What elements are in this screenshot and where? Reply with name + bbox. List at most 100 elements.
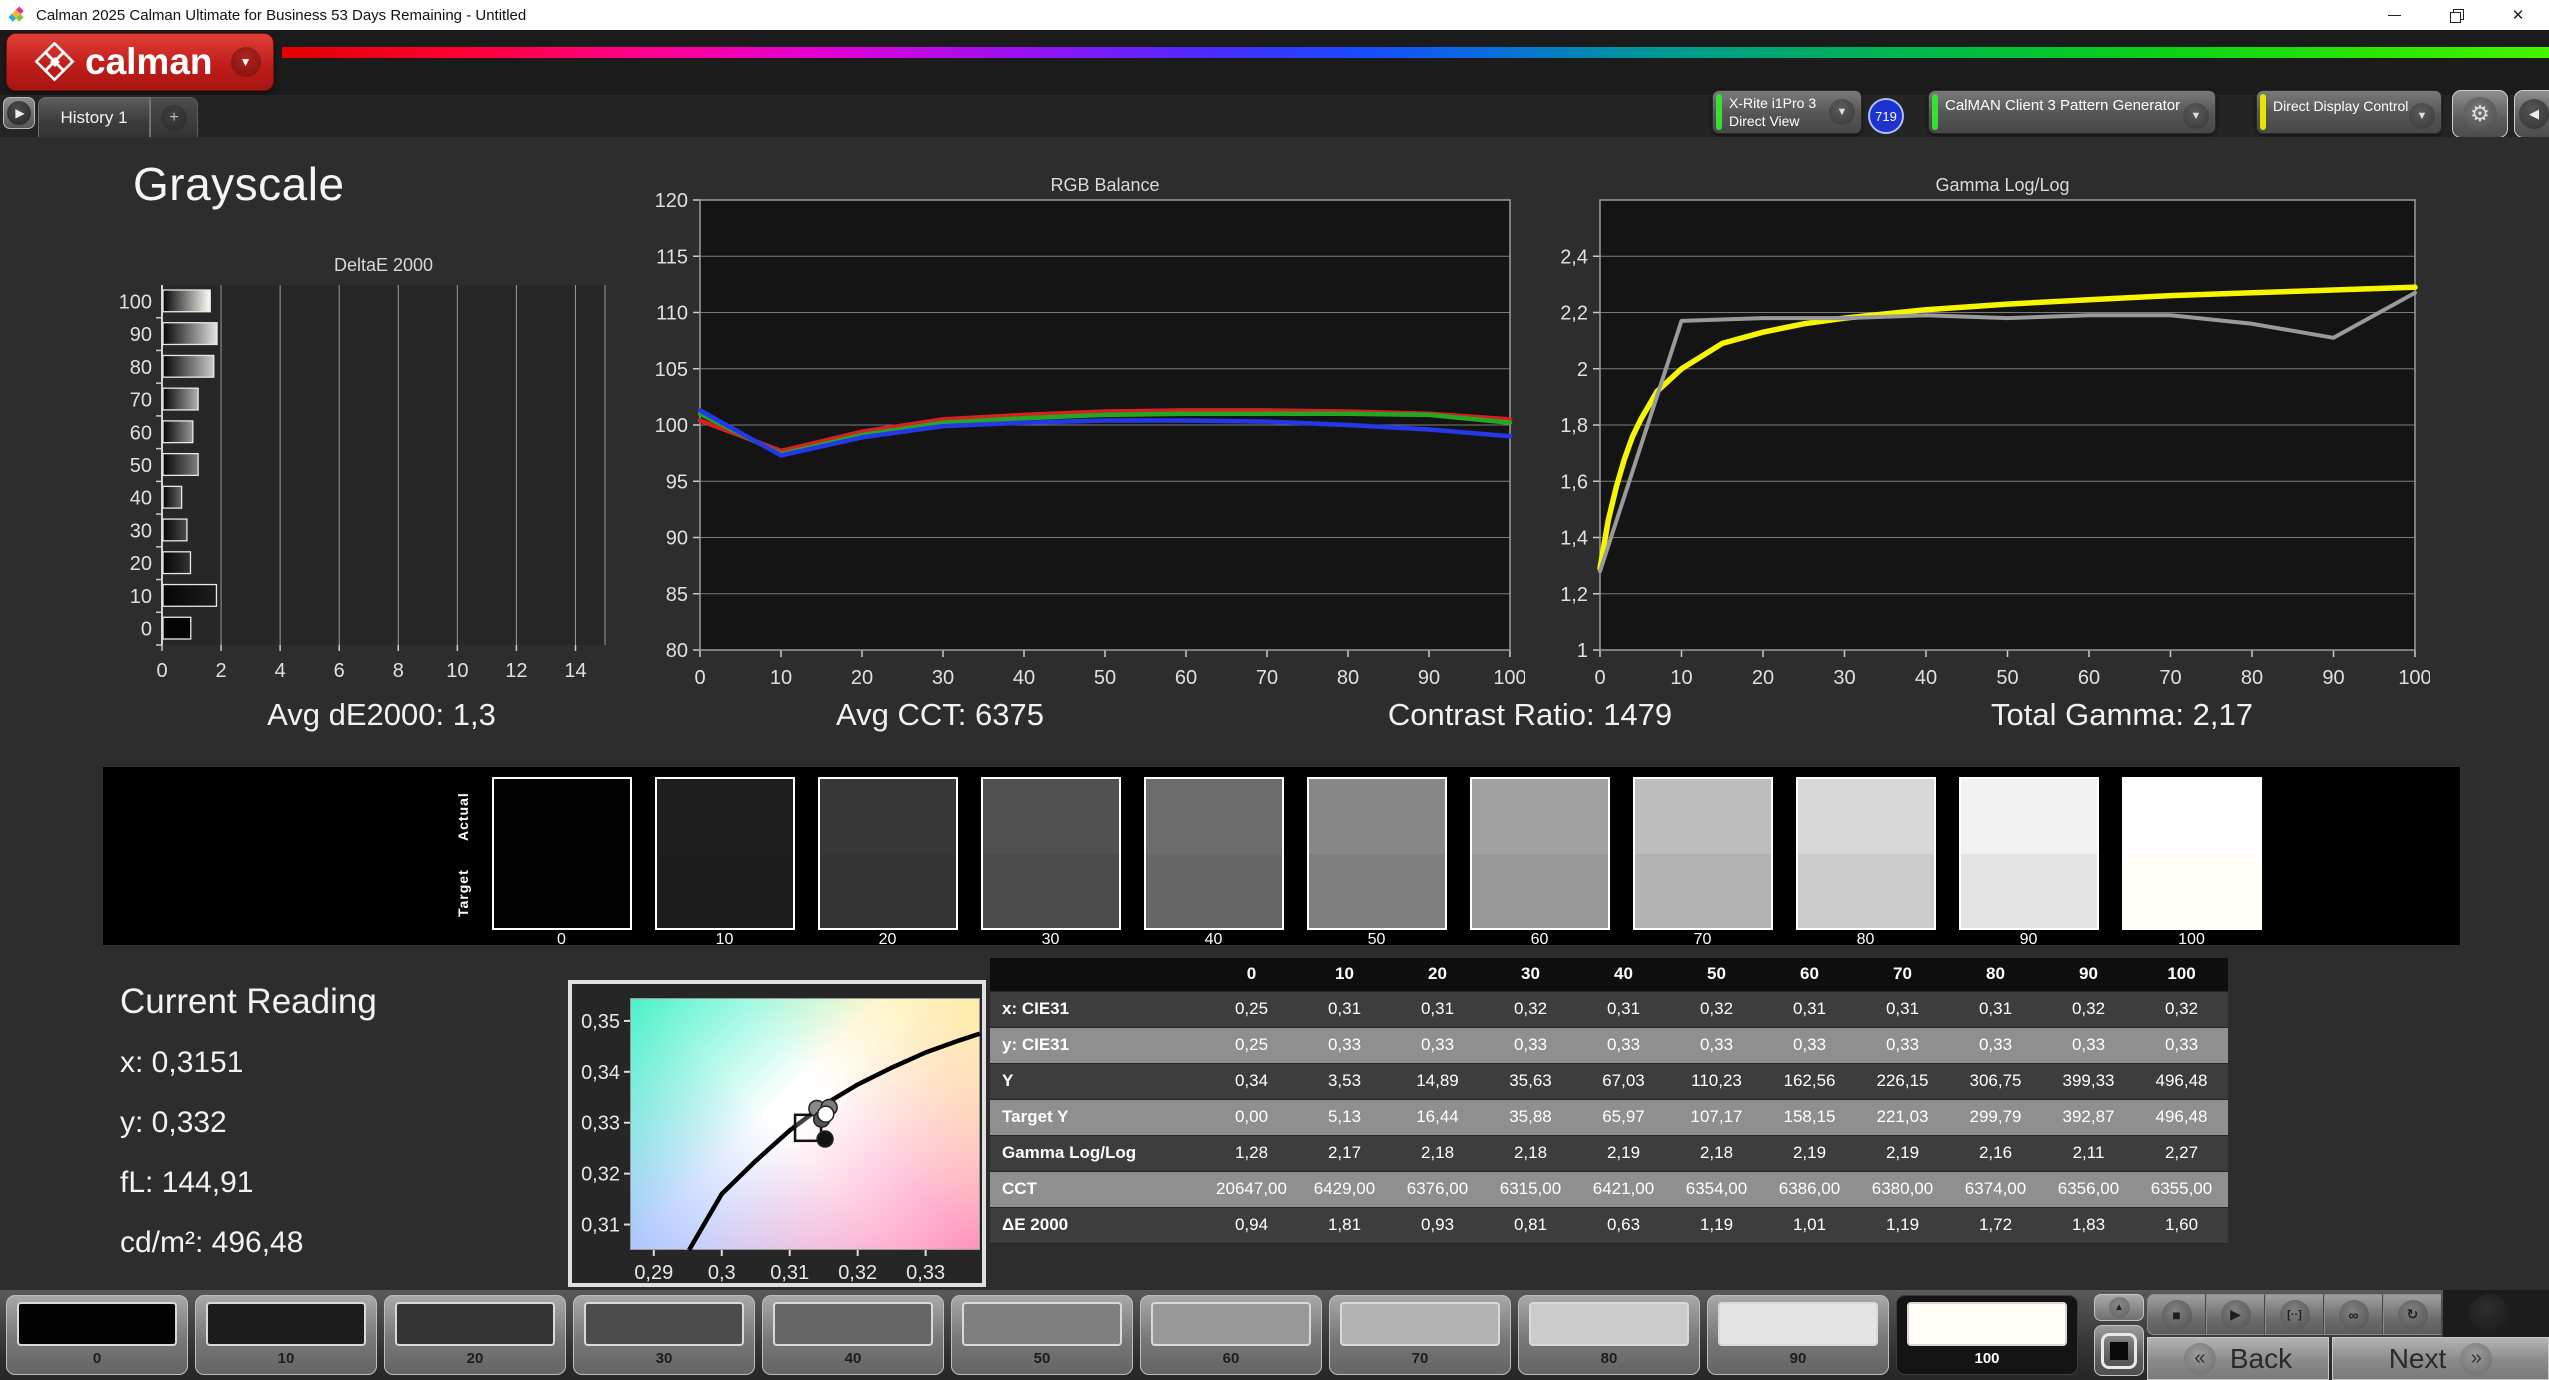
table-row: ΔE 2000 0,94 1,81 0,93 0,81 0,63 1,19 1,01 1,19 1… — [990, 1207, 2228, 1243]
svg-text:40: 40 — [1013, 667, 1035, 688]
svg-text:60: 60 — [1175, 667, 1197, 688]
pattern-dropdown-label: CalMAN Client 3 Pattern Generator — [1945, 97, 2181, 114]
table-cell: 0,32 — [1670, 991, 1763, 1027]
pattern-level-button-50[interactable]: 50 — [951, 1295, 1133, 1375]
table-column-header: 0 — [1205, 958, 1298, 991]
svg-text:100: 100 — [119, 291, 152, 313]
level-swatch — [1529, 1302, 1689, 1346]
level-label: 40 — [844, 1350, 862, 1367]
pattern-level-button-90[interactable]: 90 — [1707, 1295, 1889, 1375]
app-icon — [8, 6, 24, 22]
continuous-button[interactable]: ∞ — [2324, 1294, 2383, 1335]
table-column-header: 30 — [1484, 958, 1577, 991]
pattern-level-button-0[interactable]: 0 — [6, 1295, 188, 1375]
level-swatch — [17, 1302, 177, 1346]
display-control-dropdown[interactable]: Direct Display Control ▼ — [2256, 90, 2442, 134]
table-cell: 0,33 — [1298, 1027, 1391, 1063]
svg-text:40: 40 — [1915, 667, 1937, 688]
refresh-button[interactable]: ↻ — [2383, 1294, 2442, 1335]
table-cell: 2,19 — [1577, 1135, 1670, 1171]
svg-text:85: 85 — [666, 584, 688, 606]
svg-text:10: 10 — [770, 667, 792, 688]
level-label: 10 — [277, 1350, 295, 1367]
table-cell: 2,18 — [1670, 1135, 1763, 1171]
table-cell: 6356,00 — [2042, 1171, 2135, 1207]
swatch-level-label: 40 — [1204, 931, 1223, 948]
next-button[interactable]: Next » — [2332, 1337, 2549, 1380]
play-button[interactable]: ▶ — [2206, 1294, 2265, 1335]
gear-icon: ⚙ — [2463, 97, 2497, 131]
restore-button[interactable] — [2425, 0, 2487, 30]
history-menu-button[interactable]: ▶ — [3, 97, 35, 129]
svg-text:80: 80 — [2241, 667, 2263, 688]
table-cell: 0,33 — [1949, 1027, 2042, 1063]
reading-x: x: 0,3151 — [120, 1046, 244, 1079]
tab-history-1[interactable]: History 1 — [38, 97, 150, 137]
table-cell: 107,17 — [1670, 1099, 1763, 1135]
table-cell: 2,19 — [1763, 1135, 1856, 1171]
close-icon: ✕ — [2511, 7, 2525, 24]
table-cell: 6354,00 — [1670, 1171, 1763, 1207]
grayscale-swatch-90: 90 — [1947, 777, 2110, 949]
target-swatch — [1471, 853, 1608, 928]
table-column-header: 40 — [1577, 958, 1670, 991]
pattern-level-button-80[interactable]: 80 — [1518, 1295, 1700, 1375]
table-cell: 2,18 — [1484, 1135, 1577, 1171]
pattern-level-button-60[interactable]: 60 — [1140, 1295, 1322, 1375]
step-measure-button[interactable]: [··] — [2265, 1294, 2324, 1335]
stop-button[interactable]: ■ — [2147, 1294, 2206, 1335]
meter-dropdown[interactable]: X-Rite i1Pro 3 Direct View ▼ — [1712, 90, 1862, 134]
table-cell: 1,83 — [2042, 1207, 2135, 1243]
minimize-button[interactable] — [2363, 0, 2425, 30]
collapse-panel-button[interactable]: ◀ — [2514, 90, 2549, 138]
cie-chromaticity-chart: 0,35 0,34 0,33 0,32 0,31 0,29 0,3 0,31 0,32 0,33 — [568, 980, 986, 1287]
table-cell: 0,25 — [1205, 991, 1298, 1027]
svg-text:0,32: 0,32 — [581, 1164, 620, 1186]
pattern-window-button[interactable] — [2094, 1325, 2144, 1376]
svg-text:80: 80 — [130, 357, 152, 379]
deltae-chart-title: DeltaE 2000 — [333, 255, 434, 275]
level-label: 20 — [466, 1350, 484, 1367]
table-column-header: 20 — [1391, 958, 1484, 991]
svg-text:40: 40 — [130, 488, 152, 510]
calman-menu-button[interactable]: calman ▼ — [6, 33, 274, 91]
tab-history-label: History 1 — [60, 107, 128, 127]
pattern-level-button-30[interactable]: 30 — [573, 1295, 755, 1375]
pattern-panel-expand-button[interactable]: ▲ — [2094, 1294, 2144, 1321]
table-cell: 2,16 — [1949, 1135, 2042, 1171]
table-column-header: 50 — [1670, 958, 1763, 991]
svg-text:80: 80 — [666, 640, 688, 662]
target-swatch — [982, 853, 1119, 928]
meter-dropdown-label: X-Rite i1Pro 3 Direct View — [1729, 95, 1817, 129]
pattern-generator-dropdown[interactable]: CalMAN Client 3 Pattern Generator ▼ — [1928, 90, 2216, 134]
settings-button[interactable]: ⚙ — [2452, 90, 2508, 138]
pattern-level-button-40[interactable]: 40 — [762, 1295, 944, 1375]
table-cell: 0,33 — [1484, 1027, 1577, 1063]
svg-text:10: 10 — [130, 586, 152, 608]
play-icon: ▶ — [2220, 1299, 2251, 1330]
table-column-header: 80 — [1949, 958, 2042, 991]
svg-text:105: 105 — [655, 359, 688, 381]
table-row-label: ΔE 2000 — [990, 1207, 1205, 1243]
back-button[interactable]: « Back — [2147, 1337, 2329, 1380]
rgb-balance-chart: 120 115 110 105 100 95 90 85 80 0 10 20 30 40 50 60 70 80… — [635, 190, 1527, 693]
grayscale-swatch-20: 20 — [806, 777, 969, 949]
meter-count-badge[interactable]: 719 — [1868, 98, 1904, 134]
table-cell: 0,63 — [1577, 1207, 1670, 1243]
svg-text:70: 70 — [1256, 667, 1278, 688]
close-button[interactable]: ✕ — [2487, 0, 2549, 30]
current-reading-panel: Current Reading x: 0,3151 y: 0,332 fL: 1… — [120, 982, 377, 1286]
pattern-level-button-70[interactable]: 70 — [1329, 1295, 1511, 1375]
table-cell: 0,31 — [1856, 991, 1949, 1027]
add-tab-button[interactable]: + — [150, 97, 198, 137]
table-cell: 0,33 — [2135, 1027, 2228, 1063]
calman-menu-chevron-icon[interactable]: ▼ — [230, 47, 261, 77]
svg-text:100: 100 — [655, 415, 688, 437]
table-cell: 6429,00 — [1298, 1171, 1391, 1207]
window-title: Calman 2025 Calman Ultimate for Business… — [36, 6, 527, 24]
pattern-level-button-10[interactable]: 10 — [195, 1295, 377, 1375]
level-label: 70 — [1411, 1350, 1429, 1367]
pattern-level-button-100[interactable]: 100 — [1896, 1295, 2078, 1375]
pattern-level-button-20[interactable]: 20 — [384, 1295, 566, 1375]
svg-text:14: 14 — [564, 660, 586, 677]
